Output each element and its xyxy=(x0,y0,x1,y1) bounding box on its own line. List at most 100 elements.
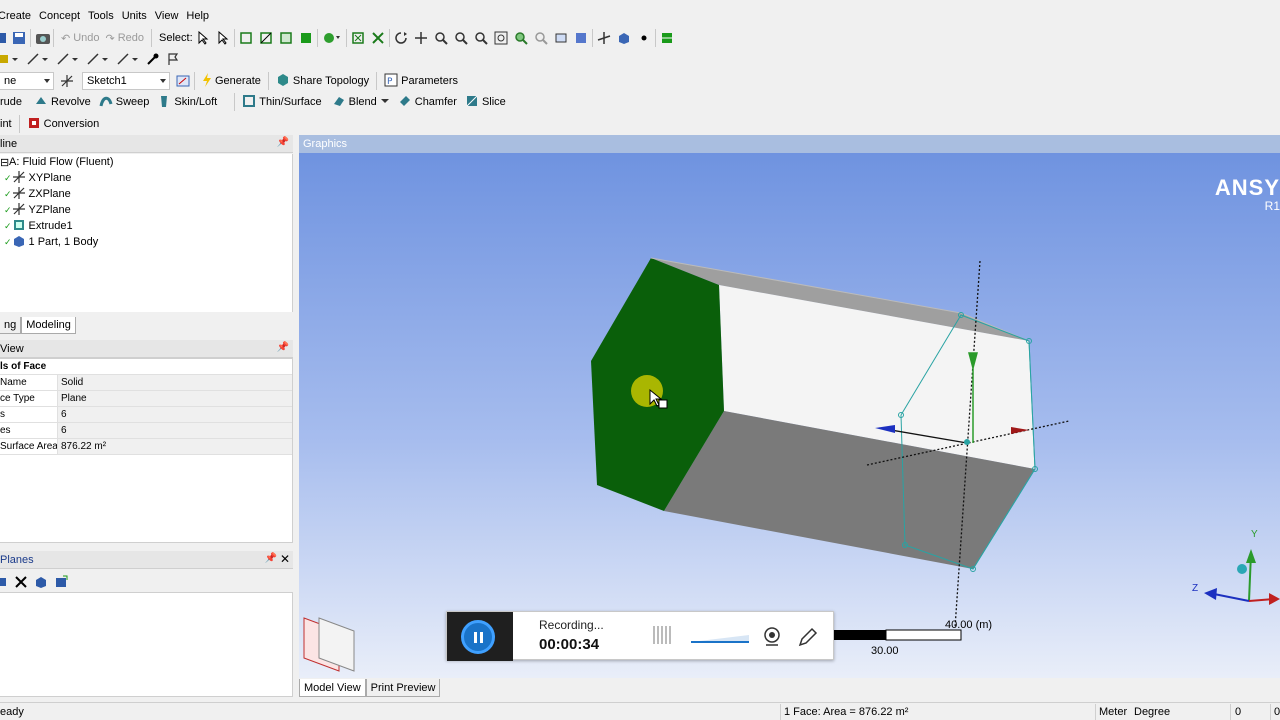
extrude-button[interactable]: rude xyxy=(0,92,25,112)
new-plane-icon[interactable] xyxy=(60,74,74,88)
slice-icon xyxy=(465,94,479,111)
revolve-button[interactable]: Revolve xyxy=(31,92,94,112)
parameters-button[interactable]: P Parameters xyxy=(381,71,461,91)
edge-select-4-icon[interactable] xyxy=(116,52,142,66)
tree-item-zxplane[interactable]: ✓ ZXPlane xyxy=(4,186,71,202)
menu-help[interactable]: Help xyxy=(186,10,215,22)
tab-model-view[interactable]: Model View xyxy=(299,679,366,697)
status-value-2: 0 xyxy=(1274,706,1280,718)
generate-button[interactable]: Generate xyxy=(199,71,264,91)
zoom-box-icon[interactable] xyxy=(371,31,385,45)
conversion-icon xyxy=(27,116,41,133)
edge-select-1-icon[interactable] xyxy=(26,52,52,66)
menu-concept[interactable]: Concept xyxy=(39,10,86,22)
pin-tool-icon[interactable] xyxy=(146,52,160,66)
details-row[interactable]: es 6 xyxy=(0,423,292,439)
extend-selection-icon[interactable] xyxy=(322,31,342,45)
pin-icon[interactable]: 📌 xyxy=(277,137,289,148)
svg-text:P: P xyxy=(387,77,393,87)
select-body-icon[interactable] xyxy=(299,31,313,45)
redo-button[interactable]: ↷ Redo xyxy=(103,28,148,48)
edge-select-3-icon[interactable] xyxy=(86,52,112,66)
menu-view[interactable]: View xyxy=(155,10,185,22)
status-unit-angle[interactable]: Degree xyxy=(1134,706,1170,718)
thin-surface-button[interactable]: Thin/Surface xyxy=(239,92,324,112)
pin-icon[interactable]: 📌 xyxy=(277,342,289,353)
view-icon[interactable] xyxy=(554,31,568,45)
zoom-fit-icon[interactable] xyxy=(351,31,365,45)
status-unit-length[interactable]: Meter xyxy=(1099,706,1127,718)
display-model-icon[interactable] xyxy=(617,31,631,45)
tree-item-xyplane[interactable]: ✓ XYPlane xyxy=(4,170,71,186)
display-icon[interactable] xyxy=(574,31,588,45)
plane-add-icon[interactable] xyxy=(34,575,48,589)
display-mode-icon[interactable] xyxy=(0,52,20,66)
select-mode-icon[interactable] xyxy=(216,30,230,45)
sweep-button[interactable]: Sweep xyxy=(96,92,153,112)
sketch-instance-icon[interactable] xyxy=(660,31,674,45)
pin-icon[interactable]: 📌 xyxy=(265,553,277,564)
tree-item-extrude1[interactable]: ✓ Extrude1 xyxy=(4,218,73,234)
zoom-previous-icon[interactable] xyxy=(534,31,548,45)
view-cube-icon[interactable] xyxy=(303,617,355,672)
plane-save-icon[interactable] xyxy=(0,575,8,589)
close-icon[interactable]: ✕ xyxy=(280,552,290,566)
menu-tools[interactable]: Tools xyxy=(88,10,120,22)
details-row[interactable]: Name Solid xyxy=(0,375,292,391)
pencil-icon[interactable] xyxy=(797,626,819,651)
plane-icon xyxy=(12,202,26,219)
sketch-combo[interactable]: Sketch1 xyxy=(82,72,170,90)
undo-button[interactable]: ↶ Undo xyxy=(58,28,103,48)
point-button[interactable]: int xyxy=(0,114,15,134)
scale-bar-light xyxy=(885,629,962,641)
select-pointer-icon[interactable] xyxy=(196,30,210,45)
axis-y-label: Y xyxy=(1251,529,1258,540)
details-row[interactable]: ce Type Plane xyxy=(0,391,292,407)
new-icon[interactable] xyxy=(0,31,8,45)
share-topology-button[interactable]: Share Topology xyxy=(273,71,372,91)
details-row[interactable]: Surface Area 876.22 m² xyxy=(0,439,292,455)
rotate-icon[interactable] xyxy=(394,31,408,45)
select-vertex-icon[interactable] xyxy=(239,31,253,45)
flag-icon[interactable] xyxy=(166,52,180,66)
chamfer-button[interactable]: Chamfer xyxy=(395,92,460,112)
skin-loft-button[interactable]: Skin/Loft xyxy=(154,92,220,112)
details-row[interactable]: s6 xyxy=(0,407,292,423)
tree-item-yzplane[interactable]: ✓ YZPlane xyxy=(4,202,71,218)
slice-button[interactable]: Slice xyxy=(462,92,509,112)
zoom-in-icon[interactable] xyxy=(454,31,468,45)
plane-export-icon[interactable] xyxy=(54,575,68,589)
triad-icon[interactable] xyxy=(597,31,611,45)
delete-icon[interactable] xyxy=(14,575,28,589)
cursor-highlight xyxy=(631,375,663,407)
tab-print-preview[interactable]: Print Preview xyxy=(365,679,441,697)
save-icon[interactable] xyxy=(12,31,26,45)
display-point-icon[interactable] xyxy=(637,31,651,45)
plane-combo[interactable]: ne xyxy=(0,72,54,90)
ansys-logo: ANSY xyxy=(1214,175,1280,200)
conversion-button[interactable]: Conversion xyxy=(24,114,103,134)
new-sketch-icon[interactable] xyxy=(176,74,190,88)
graphics-viewport[interactable]: ANSY R1 40.00 (m) 30.00 Y Z xyxy=(299,153,1280,678)
menu-create[interactable]: Create xyxy=(0,10,37,22)
tree-root[interactable]: ⊟ A: Fluid Flow (Fluent) xyxy=(0,154,114,170)
tab-sketching[interactable]: ng xyxy=(0,317,22,334)
status-bar: eady 1 Face: Area = 876.22 m² Meter Degr… xyxy=(0,702,1280,720)
select-edge-icon[interactable] xyxy=(259,31,273,45)
zoom-extents-icon[interactable] xyxy=(514,31,528,45)
volume-slider[interactable] xyxy=(691,634,749,644)
zoom-out-icon[interactable] xyxy=(474,31,488,45)
menu-units[interactable]: Units xyxy=(122,10,153,22)
screenshot-icon[interactable] xyxy=(35,31,50,45)
blend-button[interactable]: Blend xyxy=(329,92,393,112)
tab-modeling[interactable]: Modeling xyxy=(21,317,76,334)
pan-icon[interactable] xyxy=(414,31,428,45)
pause-button[interactable] xyxy=(461,620,495,654)
select-face-icon[interactable] xyxy=(279,31,293,45)
tree-item-parts[interactable]: ✓ 1 Part, 1 Body xyxy=(4,234,98,250)
webcam-icon[interactable] xyxy=(761,626,783,651)
recording-timer: 00:00:34 xyxy=(539,636,600,653)
edge-select-2-icon[interactable] xyxy=(56,52,82,66)
zoom-icon[interactable] xyxy=(434,31,448,45)
zoom-window-icon[interactable] xyxy=(494,31,508,45)
